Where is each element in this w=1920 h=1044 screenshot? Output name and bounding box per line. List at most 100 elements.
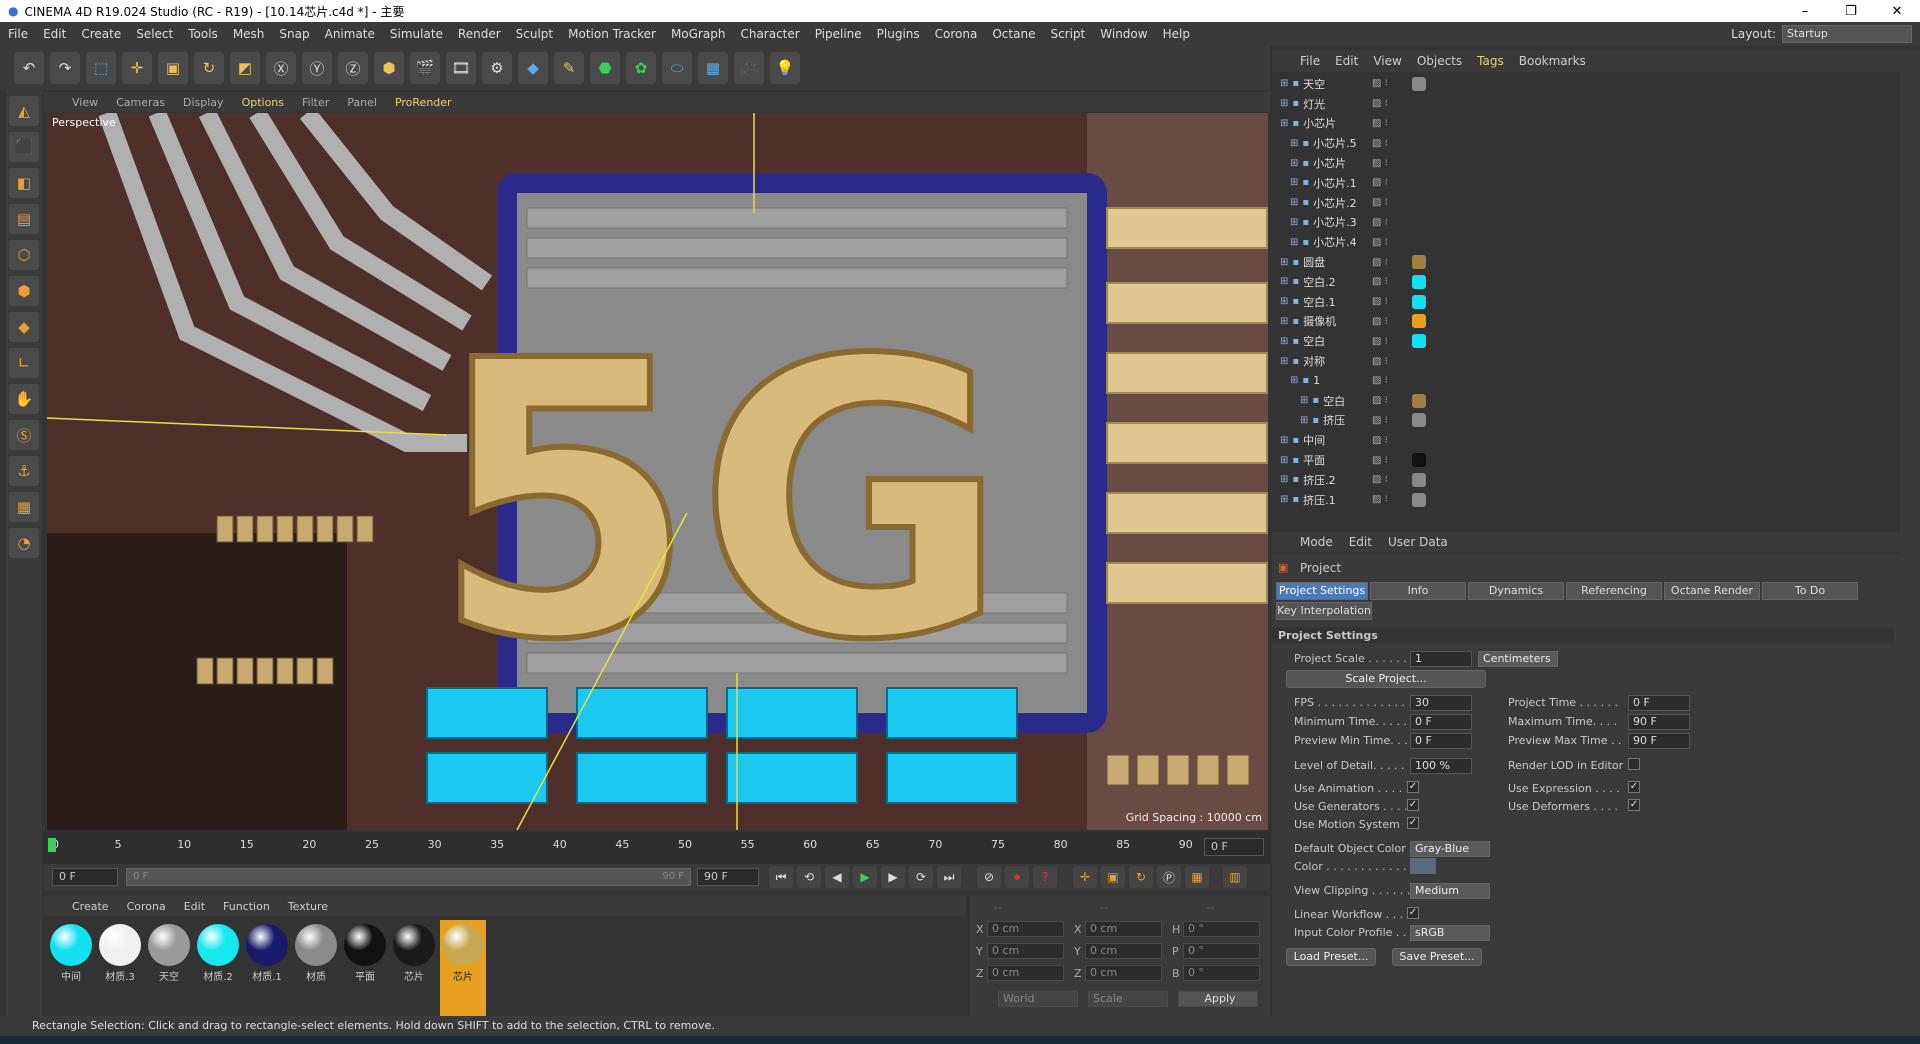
object-name[interactable]: 小芯片.2 [1313, 195, 1357, 211]
redo-icon[interactable]: ↷ [50, 52, 80, 84]
object-row[interactable]: ⊞ ▪ 小芯片.4 ▨ ⁝ [1272, 232, 1900, 252]
keyframe-selection-icon[interactable]: ? [1033, 866, 1057, 888]
tweak-icon[interactable]: ✋ [9, 384, 39, 414]
obj-menu-file[interactable]: File [1300, 54, 1320, 68]
view-clipping-select[interactable]: Medium [1410, 883, 1490, 899]
scale-tool-icon[interactable]: ▣ [158, 52, 188, 84]
world-select[interactable]: World [998, 991, 1078, 1007]
expand-icon[interactable]: ⊞ [1290, 138, 1298, 149]
object-name[interactable]: 小芯片 [1313, 155, 1346, 171]
expand-icon[interactable]: ⊞ [1290, 217, 1298, 228]
vp-menu-cameras[interactable]: Cameras [116, 96, 165, 109]
coord-field[interactable]: 0 cm [1084, 943, 1162, 959]
expand-icon[interactable]: ⊞ [1290, 237, 1298, 248]
visibility-flags-icon[interactable]: ▨ ⁝ [1372, 197, 1388, 208]
recent-tools-icon[interactable]: ◩ [230, 52, 260, 84]
tab-project-settings[interactable]: Project Settings [1276, 582, 1368, 600]
object-name[interactable]: 小芯片.4 [1313, 234, 1357, 250]
object-row[interactable]: ⊞ ▪ 灯光 ▨ ⁝ [1272, 94, 1900, 114]
object-name[interactable]: 中间 [1303, 432, 1325, 448]
floor-icon[interactable]: ▦ [698, 52, 728, 84]
coord-field[interactable]: 0 cm [1084, 965, 1162, 981]
pen-spline-icon[interactable]: ✎ [554, 52, 584, 84]
polygons-mode-icon[interactable]: ◆ [9, 312, 39, 342]
object-name[interactable]: 空白.1 [1303, 294, 1336, 310]
cube-icon[interactable]: ◆ [518, 52, 548, 84]
key-position-icon[interactable]: ✛ [1073, 866, 1097, 888]
expand-icon[interactable]: ⊞ [1290, 375, 1298, 386]
expand-icon[interactable]: ⊞ [1280, 356, 1288, 367]
object-row[interactable]: ⊞ ▪ 中间 ▨ ⁝ [1272, 430, 1900, 450]
select-tool-icon[interactable]: ⬚ [86, 52, 116, 84]
play-icon[interactable]: ▶ [853, 866, 877, 888]
close-button[interactable]: ✕ [1874, 4, 1920, 19]
light-icon[interactable]: 💡 [770, 52, 800, 84]
expand-icon[interactable]: ⊞ [1280, 455, 1288, 466]
tab-octane-render[interactable]: Octane Render [1664, 582, 1760, 600]
object-row[interactable]: ⊞ ▪ 天空 ▨ ⁝ [1272, 74, 1900, 94]
snap-icon[interactable]: Ⓢ [9, 420, 39, 450]
render-view-icon[interactable]: 🎬 [410, 52, 440, 84]
coord-field[interactable]: 0 cm [1084, 921, 1162, 937]
visibility-flags-icon[interactable]: ▨ ⁝ [1372, 138, 1388, 149]
render-picture-viewer-icon[interactable]: 🎞 [446, 52, 476, 84]
menu-pipeline[interactable]: Pipeline [815, 27, 862, 41]
menu-window[interactable]: Window [1100, 27, 1147, 41]
object-row[interactable]: ⊞ ▪ 空白.2 ▨ ⁝ [1272, 272, 1900, 292]
object-row[interactable]: ⊞ ▪ 小芯片.1 ▨ ⁝ [1272, 173, 1900, 193]
menu-render[interactable]: Render [458, 27, 501, 41]
preview-max-field[interactable]: 90 F [1628, 733, 1690, 749]
visibility-flags-icon[interactable]: ▨ ⁝ [1372, 276, 1388, 287]
menu-corona[interactable]: Corona [935, 27, 978, 41]
coord-field[interactable]: 0 ° [1182, 921, 1260, 937]
project-scale-field[interactable]: 1 [1410, 651, 1472, 667]
material-item[interactable]: 平面 [342, 920, 388, 1026]
key-scale-icon[interactable]: ▣ [1101, 866, 1125, 888]
mat-menu-edit[interactable]: Edit [184, 900, 205, 913]
object-name[interactable]: 1 [1313, 374, 1320, 387]
key-pla-icon[interactable]: ▦ [1185, 866, 1209, 888]
menu-snap[interactable]: Snap [279, 27, 309, 41]
load-preset-button[interactable]: Load Preset... [1286, 948, 1376, 966]
visibility-flags-icon[interactable]: ▨ ⁝ [1372, 375, 1388, 386]
max-time-field[interactable]: 90 F [1628, 714, 1690, 730]
object-row[interactable]: ⊞ ▪ 圆盘 ▨ ⁝ [1272, 252, 1900, 272]
visibility-flags-icon[interactable]: ▨ ⁝ [1372, 494, 1388, 505]
object-name[interactable]: 空白.2 [1303, 274, 1336, 290]
object-name[interactable]: 空白 [1303, 333, 1325, 349]
visibility-flags-icon[interactable]: ▨ ⁝ [1372, 356, 1388, 367]
project-time-field[interactable]: 0 F [1628, 695, 1690, 711]
menu-simulate[interactable]: Simulate [390, 27, 443, 41]
use-generators-checkbox[interactable]: ✓ [1407, 799, 1419, 811]
object-name[interactable]: 挤压.1 [1303, 492, 1336, 508]
default-color-select[interactable]: Gray-Blue [1410, 841, 1490, 857]
material-tag-icon[interactable] [1412, 334, 1426, 349]
key-rotation-icon[interactable]: ↻ [1129, 866, 1153, 888]
obj-menu-edit[interactable]: Edit [1335, 54, 1358, 68]
vp-menu-display[interactable]: Display [183, 96, 224, 109]
object-name[interactable]: 小芯片.5 [1313, 135, 1357, 151]
object-name[interactable]: 天空 [1303, 76, 1325, 92]
object-row[interactable]: ⊞ ▪ 1 ▨ ⁝ [1272, 371, 1900, 391]
visibility-flags-icon[interactable]: ▨ ⁝ [1372, 415, 1388, 426]
preview-min-field[interactable]: 0 F [1410, 733, 1472, 749]
obj-menu-objects[interactable]: Objects [1417, 54, 1462, 68]
obj-menu-tags[interactable]: Tags [1477, 54, 1504, 68]
object-row[interactable]: ⊞ ▪ 空白 ▨ ⁝ [1272, 391, 1900, 411]
menu-mograph[interactable]: MoGraph [671, 27, 726, 41]
object-name[interactable]: 摄像机 [1303, 313, 1336, 329]
vp-menu-prorender[interactable]: ProRender [395, 96, 452, 109]
expand-icon[interactable]: ⊞ [1300, 415, 1308, 426]
visibility-flags-icon[interactable]: ▨ ⁝ [1372, 296, 1388, 307]
object-row[interactable]: ⊞ ▪ 小芯片.5 ▨ ⁝ [1272, 133, 1900, 153]
texture-mode-icon[interactable]: ◧ [9, 168, 39, 198]
material-tag-icon[interactable] [1412, 294, 1426, 309]
use-expression-checkbox[interactable]: ✓ [1628, 781, 1640, 793]
planar-workplane-icon[interactable]: ▦ [9, 492, 39, 522]
visibility-flags-icon[interactable]: ▨ ⁝ [1372, 474, 1388, 485]
visibility-flags-icon[interactable]: ▨ ⁝ [1372, 237, 1388, 248]
object-name[interactable]: 挤压.2 [1303, 472, 1336, 488]
material-tag-icon[interactable] [1412, 413, 1426, 428]
object-row[interactable]: ⊞ ▪ 空白.1 ▨ ⁝ [1272, 292, 1900, 312]
tab-key-interpolation[interactable]: Key Interpolation [1276, 602, 1372, 620]
